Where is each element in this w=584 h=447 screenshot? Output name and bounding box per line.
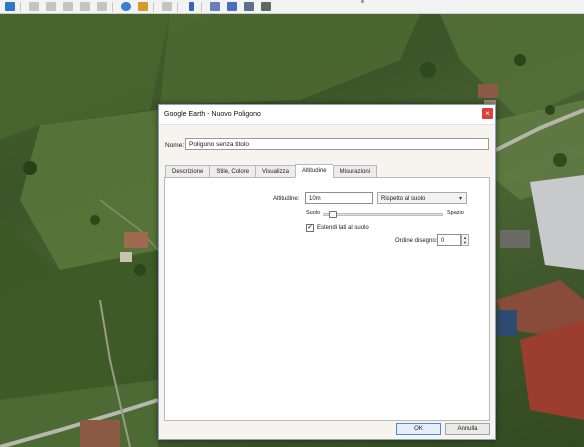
- dialog-title: Google Earth - Nuovo Poligono: [164, 111, 261, 118]
- altitude-label: Altitudine:: [273, 196, 300, 202]
- toolbar-separator: [201, 1, 202, 12]
- chevron-down-icon: ▾: [458, 196, 462, 202]
- tour-icon[interactable]: [95, 1, 109, 13]
- dialog-tabs: Descrizione Stile, Colore Visualizza Alt…: [165, 164, 377, 178]
- historical-imagery-icon[interactable]: [119, 1, 133, 13]
- extend-to-ground-checkbox[interactable]: ✓: [306, 224, 314, 232]
- toolbar-separator: [20, 1, 21, 12]
- dialog-titlebar[interactable]: Google Earth - Nuovo Poligono ×: [159, 105, 495, 125]
- slider-track[interactable]: [323, 213, 443, 216]
- name-input[interactable]: Poligono senza titolo: [185, 138, 489, 150]
- ruler-icon[interactable]: [184, 1, 198, 13]
- planets-icon[interactable]: [160, 1, 174, 13]
- toolbar-separator: [112, 1, 113, 12]
- close-button[interactable]: ×: [482, 108, 493, 119]
- path-icon[interactable]: [61, 1, 75, 13]
- cancel-button[interactable]: Annulla: [445, 423, 490, 435]
- altitude-panel: Altitudine: 10m Rispetto al suolo ▾ Suol…: [164, 177, 490, 421]
- slider-max-label: Spazio: [447, 210, 464, 216]
- maps-icon[interactable]: [259, 1, 273, 13]
- altitude-mode-select[interactable]: Rispetto al suolo ▾: [377, 192, 467, 204]
- altitude-input[interactable]: 10m: [305, 192, 373, 204]
- overlay-icon[interactable]: [78, 1, 92, 13]
- ok-button[interactable]: OK: [396, 423, 441, 435]
- draw-order-spinner: ▲ ▼: [461, 234, 469, 246]
- spin-down-icon[interactable]: ▼: [462, 240, 468, 245]
- sidebar-toggle-icon[interactable]: [3, 1, 17, 13]
- polygon-icon[interactable]: [44, 1, 58, 13]
- sunlight-icon[interactable]: [136, 1, 150, 13]
- toolbar-separator: [177, 1, 178, 12]
- placemark-icon[interactable]: [27, 1, 41, 13]
- draw-order-input[interactable]: 0: [437, 234, 461, 246]
- name-label: Nome:: [165, 142, 185, 149]
- extend-to-ground-label: Estendi lati al suolo: [317, 225, 369, 231]
- toolbar-separator: [153, 1, 154, 12]
- print-icon[interactable]: [225, 1, 239, 13]
- draw-order-label: Ordine disegno:: [395, 238, 438, 244]
- altitude-mode-value: Rispetto al suolo: [381, 196, 426, 202]
- slider-thumb[interactable]: [329, 211, 337, 218]
- new-polygon-dialog: Google Earth - Nuovo Poligono × Nome: Po…: [158, 104, 496, 440]
- toolbar-grip-icon: [361, 0, 364, 3]
- save-image-icon[interactable]: [242, 1, 256, 13]
- main-toolbar: [0, 0, 584, 14]
- altitude-slider[interactable]: [323, 210, 443, 218]
- email-icon[interactable]: [208, 1, 222, 13]
- slider-min-label: Suolo: [306, 210, 321, 216]
- tab-altitudine[interactable]: Altitudine: [294, 164, 333, 178]
